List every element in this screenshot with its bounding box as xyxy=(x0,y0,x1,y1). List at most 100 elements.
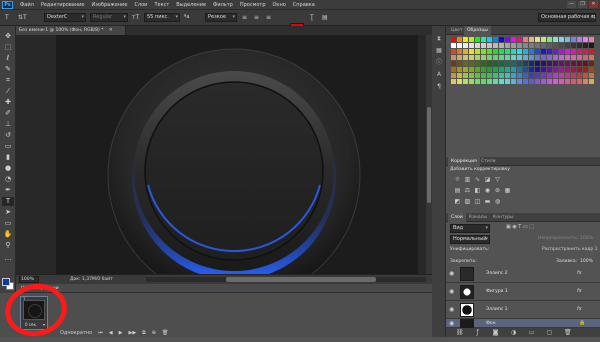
swatch[interactable] xyxy=(457,79,462,84)
swatch[interactable] xyxy=(475,37,480,42)
swatch[interactable] xyxy=(565,37,570,42)
layer-row-selected[interactable]: ◉ Фон 🔒 xyxy=(446,319,600,328)
swatch[interactable] xyxy=(511,79,516,84)
swatch[interactable] xyxy=(529,67,534,72)
exposure-icon[interactable]: ◪ xyxy=(484,176,491,183)
swatch[interactable] xyxy=(493,79,498,84)
swatch[interactable] xyxy=(517,55,522,60)
path-select-tool-icon[interactable]: ➤ xyxy=(2,208,14,217)
swatch[interactable] xyxy=(481,43,486,48)
swatch[interactable] xyxy=(589,67,594,72)
brightness-icon[interactable]: ☼ xyxy=(454,176,461,183)
swatch[interactable] xyxy=(589,43,594,48)
fx-icon[interactable]: fx xyxy=(577,270,582,276)
doc-info[interactable]: Док: 1,37M/0 байт xyxy=(70,277,113,282)
swatch[interactable] xyxy=(451,67,456,72)
move-tool-icon[interactable]: ✥ xyxy=(2,32,14,41)
posterize-icon[interactable]: ▨ xyxy=(464,198,471,205)
swatch[interactable] xyxy=(469,43,474,48)
swatch[interactable] xyxy=(565,61,570,66)
tab-adjustments[interactable]: Коррекция xyxy=(448,157,480,166)
swatch[interactable] xyxy=(541,79,546,84)
eye-icon[interactable]: ◉ xyxy=(449,270,456,277)
menu-file[interactable]: Файл xyxy=(20,2,34,8)
swatch[interactable] xyxy=(517,61,522,66)
quick-select-tool-icon[interactable]: ✎ xyxy=(2,65,14,74)
color-lookup-icon[interactable]: ▦ xyxy=(504,187,511,194)
swatch[interactable] xyxy=(523,55,528,60)
swatch[interactable] xyxy=(547,43,552,48)
folder-icon[interactable]: ▭ xyxy=(528,329,535,336)
swatch[interactable] xyxy=(481,55,486,60)
character-icon[interactable]: A xyxy=(434,70,444,79)
swatch[interactable] xyxy=(577,37,582,42)
crop-tool-icon[interactable]: ⌗ xyxy=(2,76,14,85)
swatch[interactable] xyxy=(469,79,474,84)
swatch[interactable] xyxy=(481,67,486,72)
swatch[interactable] xyxy=(547,37,552,42)
swatch[interactable] xyxy=(457,61,462,66)
document-tab[interactable]: Без имени-1 @ 100% (Фон, RGB/8) * ✕ xyxy=(16,26,126,35)
swatches-grid[interactable] xyxy=(451,37,597,137)
info-icon[interactable]: ⓘ xyxy=(434,58,444,67)
swatch[interactable] xyxy=(451,43,456,48)
swatch[interactable] xyxy=(535,79,540,84)
minimize-button[interactable]: — xyxy=(567,1,576,8)
brush-tool-icon[interactable]: ✐ xyxy=(2,109,14,118)
swatch[interactable] xyxy=(481,37,486,42)
swatch[interactable] xyxy=(577,61,582,66)
swatch[interactable] xyxy=(553,55,558,60)
swatch[interactable] xyxy=(511,37,516,42)
prev-frame-icon[interactable]: ◀ xyxy=(109,330,113,336)
swatch[interactable] xyxy=(457,73,462,78)
pen-tool-icon[interactable]: ✒ xyxy=(2,186,14,195)
more-tools-icon[interactable]: … xyxy=(2,254,14,263)
properties-icon[interactable]: ▦ xyxy=(434,46,444,55)
swatch[interactable] xyxy=(463,79,468,84)
font-style-select[interactable]: Regular xyxy=(90,13,128,22)
swatch[interactable] xyxy=(463,49,468,54)
tab-styles[interactable]: Стили xyxy=(478,157,499,166)
swatch[interactable] xyxy=(589,55,594,60)
fx-icon[interactable]: fx xyxy=(577,306,582,312)
swatch[interactable] xyxy=(547,73,552,78)
swatch[interactable] xyxy=(493,49,498,54)
document-canvas[interactable] xyxy=(56,35,418,274)
layer-name[interactable]: Фигура 1 xyxy=(486,289,508,294)
swatch[interactable] xyxy=(523,73,528,78)
swatch[interactable] xyxy=(559,79,564,84)
swatch[interactable] xyxy=(571,49,576,54)
swatch[interactable] xyxy=(583,61,588,66)
swatch[interactable] xyxy=(535,73,540,78)
swatch[interactable] xyxy=(457,55,462,60)
tab-paths[interactable]: Контуры xyxy=(490,213,517,222)
swatch[interactable] xyxy=(469,55,474,60)
swatch[interactable] xyxy=(505,79,510,84)
swatch[interactable] xyxy=(511,43,516,48)
swatch[interactable] xyxy=(499,37,504,42)
hue-saturation-icon[interactable]: ▤ xyxy=(454,187,461,194)
eye-icon[interactable]: ◉ xyxy=(449,288,456,295)
swatch[interactable] xyxy=(583,43,588,48)
swatch[interactable] xyxy=(535,55,540,60)
swatch[interactable] xyxy=(571,43,576,48)
swatch[interactable] xyxy=(535,37,540,42)
menu-view[interactable]: Просмотр xyxy=(240,2,266,8)
swatch[interactable] xyxy=(559,37,564,42)
tab-swatches[interactable]: Образцы xyxy=(464,26,491,35)
swatch[interactable] xyxy=(499,79,504,84)
swatch[interactable] xyxy=(547,79,552,84)
gradient-map-icon[interactable]: ▬ xyxy=(484,198,491,205)
swatch[interactable] xyxy=(493,55,498,60)
swatch[interactable] xyxy=(475,79,480,84)
swatch[interactable] xyxy=(535,43,540,48)
swatch[interactable] xyxy=(487,61,492,66)
trash-icon[interactable]: 🗑 xyxy=(564,329,572,336)
swatch[interactable] xyxy=(553,73,558,78)
swatch[interactable] xyxy=(469,67,474,72)
delete-frame-icon[interactable]: 🗑 xyxy=(162,330,168,336)
black-white-icon[interactable]: ◧ xyxy=(474,187,481,194)
character-panel-icon[interactable]: ▤ xyxy=(322,13,328,22)
swatch[interactable] xyxy=(565,67,570,72)
swatch[interactable] xyxy=(505,49,510,54)
